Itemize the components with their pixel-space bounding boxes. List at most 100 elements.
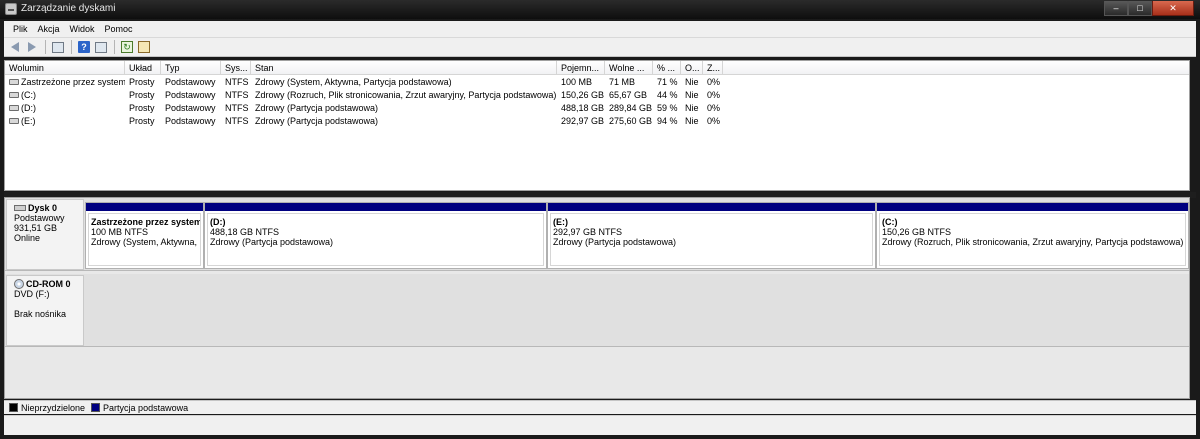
percent-free-cell: 71 %	[657, 77, 678, 87]
status-cell: Zdrowy (Partycja podstawowa)	[255, 103, 379, 113]
drive-icon	[9, 104, 19, 111]
free-cell: 65,67 GB	[609, 90, 648, 100]
primary-partition-bar	[205, 203, 546, 211]
drive-icon	[9, 78, 19, 85]
menu-view[interactable]: Widok	[65, 24, 100, 34]
partition-size: 150,26 GB NTFS	[882, 227, 952, 237]
details-icon[interactable]	[94, 40, 108, 54]
drive-icon	[9, 91, 19, 98]
type-cell: Podstawowy	[165, 90, 216, 100]
column-header-filesystem[interactable]: Sys...	[221, 61, 251, 75]
partition-size: 100 MB NTFS	[91, 227, 149, 237]
overhead-cell: Nie	[685, 77, 699, 87]
partition-status: Zdrowy (Partycja podstawowa)	[210, 237, 334, 247]
toolbar-separator	[114, 40, 115, 54]
properties-icon[interactable]	[137, 40, 151, 54]
volume-list[interactable]: Wolumin Układ Typ Sys... Stan Pojemn... …	[4, 60, 1190, 191]
column-header-capacity[interactable]: Pojemn...	[557, 61, 605, 75]
menu-action[interactable]: Akcja	[33, 24, 65, 34]
column-header-type[interactable]: Typ	[161, 61, 221, 75]
disk-management-window: Zarządzanie dyskami – □ ✕ Plik Akcja Wid…	[0, 0, 1200, 439]
minimize-button[interactable]: –	[1104, 1, 1128, 16]
primary-partition-bar	[548, 203, 875, 211]
partition-e[interactable]: (E:) 292,97 GB NTFS Zdrowy (Partycja pod…	[547, 202, 876, 269]
cd-rom-0-label[interactable]: CD-ROM 0 DVD (F:) Brak nośnika	[6, 275, 84, 346]
window-controls: – □ ✕	[1104, 1, 1194, 17]
close-button[interactable]: ✕	[1152, 1, 1194, 16]
column-header-free[interactable]: Wolne ...	[605, 61, 653, 75]
capacity-cell: 292,97 GB	[561, 116, 605, 126]
volume-name: (D:)	[21, 103, 36, 113]
toolbar: ? ↻	[4, 38, 1196, 57]
column-header-z[interactable]: Z...	[703, 61, 723, 75]
disk-0-size: 931,51 GB	[14, 223, 58, 233]
disk-graphical-view[interactable]: Dysk 0 Podstawowy 931,51 GB Online Zastr…	[4, 197, 1190, 399]
capacity-cell: 150,26 GB	[561, 90, 605, 100]
cd-rom-icon	[14, 279, 24, 289]
disk-0-state: Online	[14, 233, 41, 243]
table-row[interactable]: Zastrzeżone przez system Prosty Podstawo…	[5, 76, 1189, 89]
menu-file[interactable]: Plik	[8, 24, 33, 34]
capacity-cell: 100 MB	[561, 77, 593, 87]
volume-list-header: Wolumin Układ Typ Sys... Stan Pojemn... …	[5, 61, 1189, 75]
disk-row-cd-rom-0: CD-ROM 0 DVD (F:) Brak nośnika	[5, 274, 1189, 347]
volume-cell: (C:)	[5, 89, 125, 102]
status-cell: Zdrowy (Partycja podstawowa)	[255, 116, 379, 126]
z-cell: 0%	[707, 90, 721, 100]
free-cell: 275,60 GB	[609, 116, 653, 126]
filesystem-cell: NTFS	[225, 103, 249, 113]
type-cell: Podstawowy	[165, 116, 216, 126]
partition-status: Zdrowy (System, Aktywna,	[91, 237, 198, 247]
volume-cell: Zastrzeżone przez system	[5, 76, 125, 89]
free-cell: 71 MB	[609, 77, 636, 87]
partition-body: Zastrzeżone przez system 100 MB NTFS Zdr…	[88, 213, 201, 266]
table-row[interactable]: (E:) Prosty Podstawowy NTFS Zdrowy (Part…	[5, 115, 1189, 128]
refresh-icon[interactable]: ↻	[120, 40, 134, 54]
drive-icon	[9, 117, 19, 124]
partition-status: Zdrowy (Partycja podstawowa)	[553, 237, 677, 247]
partition-size: 488,18 GB NTFS	[210, 227, 280, 237]
overhead-cell: Nie	[685, 90, 699, 100]
percent-free-cell: 59 %	[657, 103, 678, 113]
cd-rom-0-name: CD-ROM 0	[26, 279, 71, 289]
column-header-volume[interactable]: Wolumin	[5, 61, 125, 75]
back-icon[interactable]	[8, 40, 22, 54]
partition-c[interactable]: (C:) 150,26 GB NTFS Zdrowy (Rozruch, Pli…	[876, 202, 1189, 269]
overhead-cell: Nie	[685, 103, 699, 113]
disk-0-name: Dysk 0	[28, 203, 58, 213]
type-cell: Podstawowy	[165, 77, 216, 87]
unallocated-swatch	[9, 403, 18, 412]
partition-d[interactable]: (D:) 488,18 GB NTFS Zdrowy (Partycja pod…	[204, 202, 547, 269]
primary-partition-bar	[877, 203, 1188, 211]
forward-icon[interactable]	[25, 40, 39, 54]
column-header-overhead[interactable]: O...	[681, 61, 703, 75]
column-header-status[interactable]: Stan	[251, 61, 557, 75]
cd-rom-0-type: DVD (F:)	[14, 289, 50, 299]
partition-system-reserved[interactable]: Zastrzeżone przez system 100 MB NTFS Zdr…	[85, 202, 204, 269]
partition-body: (D:) 488,18 GB NTFS Zdrowy (Partycja pod…	[207, 213, 544, 266]
column-header-layout[interactable]: Układ	[125, 61, 161, 75]
partition-body: (E:) 292,97 GB NTFS Zdrowy (Partycja pod…	[550, 213, 873, 266]
primary-partition-bar	[86, 203, 203, 211]
column-header-percent-free[interactable]: % ...	[653, 61, 681, 75]
list-view-icon[interactable]	[51, 40, 65, 54]
partition-body: (C:) 150,26 GB NTFS Zdrowy (Rozruch, Pli…	[879, 213, 1186, 266]
disk-row-disk-0: Dysk 0 Podstawowy 931,51 GB Online Zastr…	[5, 198, 1189, 271]
volume-cell: (D:)	[5, 102, 125, 115]
percent-free-cell: 94 %	[657, 116, 678, 126]
disk-0-label[interactable]: Dysk 0 Podstawowy 931,51 GB Online	[6, 199, 84, 270]
table-row[interactable]: (C:) Prosty Podstawowy NTFS Zdrowy (Rozr…	[5, 89, 1189, 102]
free-cell: 289,84 GB	[609, 103, 653, 113]
help-icon[interactable]: ?	[77, 40, 91, 54]
cd-rom-0-state: Brak nośnika	[14, 309, 67, 319]
app-icon	[5, 3, 17, 15]
table-row[interactable]: (D:) Prosty Podstawowy NTFS Zdrowy (Part…	[5, 102, 1189, 115]
partition-size: 292,97 GB NTFS	[553, 227, 623, 237]
volume-cell: (E:)	[5, 115, 125, 128]
title-bar[interactable]: Zarządzanie dyskami – □ ✕	[0, 0, 1200, 19]
percent-free-cell: 44 %	[657, 90, 678, 100]
maximize-button[interactable]: □	[1128, 1, 1152, 16]
capacity-cell: 488,18 GB	[561, 103, 605, 113]
menu-help[interactable]: Pomoc	[100, 24, 138, 34]
